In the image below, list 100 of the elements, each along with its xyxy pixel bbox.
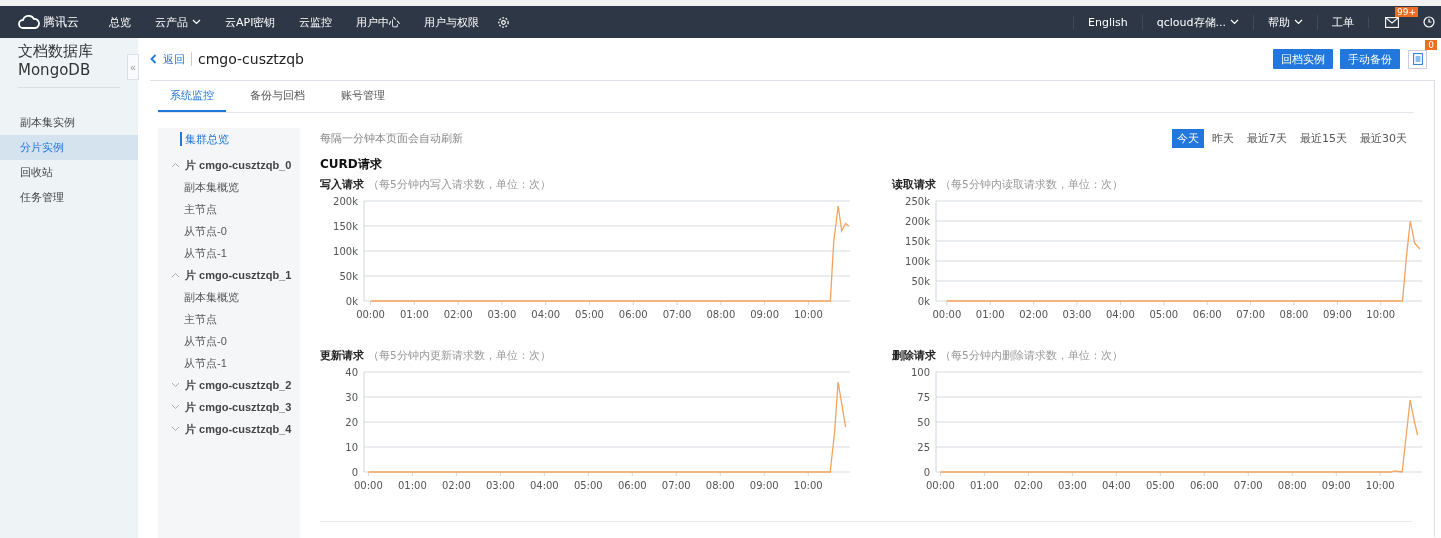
axis-label: 06:00 bbox=[618, 309, 648, 320]
section-title: CURD请求 bbox=[320, 156, 383, 173]
sidebar-item[interactable]: 任务管理 bbox=[0, 185, 138, 210]
nav-item[interactable]: 总览 bbox=[97, 14, 143, 30]
action-button[interactable]: 手动备份 bbox=[1340, 49, 1400, 69]
time-range-option[interactable]: 最近15天 bbox=[1295, 128, 1352, 148]
axis-label: 01:00 bbox=[975, 309, 1005, 320]
axis-label: 200k bbox=[905, 216, 930, 227]
axis-label: 05:00 bbox=[1149, 309, 1179, 320]
chart-note: （每5分钟内写入请求数，单位：次） bbox=[368, 178, 551, 192]
axis-label: 08:00 bbox=[706, 309, 736, 320]
chart-title: 读取请求 bbox=[892, 177, 936, 192]
time-range-option[interactable]: 最近30天 bbox=[1355, 128, 1412, 148]
tree-item[interactable]: 集群总览 bbox=[180, 132, 300, 146]
axis-label: 0 bbox=[351, 467, 358, 478]
nav-item[interactable]: 云API密钥 bbox=[213, 14, 288, 30]
clock-icon[interactable] bbox=[1423, 16, 1435, 28]
time-range-option[interactable]: 今天 bbox=[1172, 128, 1204, 148]
caret-icon[interactable] bbox=[1294, 19, 1303, 25]
nav-item[interactable]: English bbox=[1073, 15, 1142, 29]
axis-label: 04:00 bbox=[531, 309, 561, 320]
axis-label: 07:00 bbox=[1236, 309, 1265, 320]
nav-item[interactable]: 帮助 bbox=[1253, 14, 1317, 30]
tree-item[interactable]: 副本集概览 bbox=[158, 176, 300, 198]
axis-label: 06:00 bbox=[617, 480, 647, 491]
chart-title: 更新请求 bbox=[320, 348, 364, 363]
axis-label: 10:00 bbox=[794, 309, 823, 320]
axis-label: 01:00 bbox=[969, 480, 999, 491]
tree-item[interactable]: 片 cmgo-cusztzqb_1 bbox=[185, 267, 292, 283]
tree-item[interactable]: 从节点-1 bbox=[158, 352, 300, 374]
product-subtitle: MongoDB bbox=[18, 61, 91, 79]
axis-label: 02:00 bbox=[441, 480, 471, 491]
logo-text[interactable]: 腾讯云 bbox=[43, 13, 79, 31]
notification-badge: 99+ bbox=[1395, 6, 1418, 17]
axis-label: 01:00 bbox=[399, 309, 429, 320]
tree-item[interactable]: 片 cmgo-cusztzqb_3 bbox=[185, 399, 292, 415]
nav-item[interactable]: 用户与权限 bbox=[412, 14, 492, 30]
tree-item[interactable]: 片 cmgo-cusztzqb_2 bbox=[185, 377, 292, 393]
axis-label: 0k bbox=[917, 296, 930, 307]
axis-label: 06:00 bbox=[1192, 309, 1222, 320]
tree-item[interactable]: 从节点-0 bbox=[158, 220, 300, 242]
axis-label: 08:00 bbox=[705, 480, 735, 491]
nav-item[interactable]: 云监控 bbox=[287, 14, 345, 30]
axis-label: 01:00 bbox=[397, 480, 427, 491]
axis-label: 100 bbox=[910, 367, 930, 378]
document-icon[interactable] bbox=[1412, 53, 1423, 65]
axis-label: 150k bbox=[905, 236, 930, 247]
nav-item[interactable]: 工单 bbox=[1317, 14, 1368, 30]
axis-label: 100k bbox=[905, 256, 930, 267]
chart-title: 写入请求 bbox=[320, 177, 364, 192]
tab[interactable]: 系统监控 bbox=[158, 81, 226, 112]
tree-item[interactable]: 主节点 bbox=[158, 308, 300, 330]
time-range-option[interactable]: 昨天 bbox=[1207, 128, 1239, 148]
axis-label: 07:00 bbox=[662, 309, 692, 320]
nav-item[interactable]: 用户中心 bbox=[344, 14, 413, 30]
tree-item[interactable]: 片 cmgo-cusztzqb_0 bbox=[185, 157, 292, 173]
axis-label: 06:00 bbox=[1189, 480, 1219, 491]
sidebar-item[interactable]: 分片实例 bbox=[0, 135, 138, 160]
tree-item[interactable]: 从节点-1 bbox=[158, 242, 300, 264]
axis-label: 02:00 bbox=[1013, 480, 1043, 491]
axis-label: 75 bbox=[917, 392, 930, 403]
axis-label: 08:00 bbox=[1277, 480, 1307, 491]
action-button[interactable]: 回档实例 bbox=[1273, 49, 1333, 69]
axis-label: 00:00 bbox=[354, 480, 383, 491]
refresh-note: 每隔一分钟本页面会自动刷新 bbox=[320, 130, 463, 146]
axis-label: 00:00 bbox=[356, 309, 385, 320]
settings-icon[interactable] bbox=[497, 15, 511, 29]
back-link[interactable]: 返回 bbox=[150, 51, 185, 67]
chevron-left-icon[interactable] bbox=[150, 54, 157, 64]
tab[interactable]: 备份与回档 bbox=[238, 81, 317, 112]
axis-label: 09:00 bbox=[750, 309, 780, 320]
axis-label: 10:00 bbox=[1366, 309, 1396, 320]
tree-item[interactable]: 副本集概览 bbox=[158, 286, 300, 308]
tab[interactable]: 账号管理 bbox=[329, 81, 397, 112]
nav-item[interactable]: 云产品 bbox=[143, 14, 213, 30]
axis-label: 05:00 bbox=[1145, 480, 1175, 491]
axis-label: 04:00 bbox=[1101, 480, 1131, 491]
axis-label: 10:00 bbox=[1365, 480, 1395, 491]
axis-label: 05:00 bbox=[573, 480, 603, 491]
tree-item[interactable]: 主节点 bbox=[158, 198, 300, 220]
axis-label: 100k bbox=[333, 246, 358, 257]
axis-label: 40 bbox=[345, 367, 358, 378]
axis-label: 0k bbox=[345, 296, 358, 307]
axis-label: 50k bbox=[911, 276, 930, 287]
caret-icon[interactable] bbox=[1230, 19, 1239, 25]
axis-label: 50k bbox=[339, 271, 358, 282]
axis-label: 05:00 bbox=[575, 309, 604, 320]
document-button[interactable] bbox=[1408, 49, 1427, 69]
caret-icon[interactable] bbox=[192, 19, 201, 25]
time-range-option[interactable]: 最近7天 bbox=[1242, 128, 1292, 148]
tree-item[interactable]: 片 cmgo-cusztzqb_4 bbox=[185, 421, 292, 437]
nav-item[interactable]: qcloud存储... bbox=[1141, 14, 1253, 30]
mail-icon[interactable] bbox=[1385, 16, 1399, 28]
sidebar-item[interactable]: 回收站 bbox=[0, 160, 138, 185]
axis-label: 25 bbox=[917, 442, 930, 453]
axis-label: 09:00 bbox=[1321, 480, 1351, 491]
axis-label: 07:00 bbox=[661, 480, 691, 491]
chart-note: （每5分钟内更新请求数，单位：次） bbox=[368, 349, 551, 363]
tree-item[interactable]: 从节点-0 bbox=[158, 330, 300, 352]
sidebar-item[interactable]: 副本集实例 bbox=[0, 110, 138, 135]
